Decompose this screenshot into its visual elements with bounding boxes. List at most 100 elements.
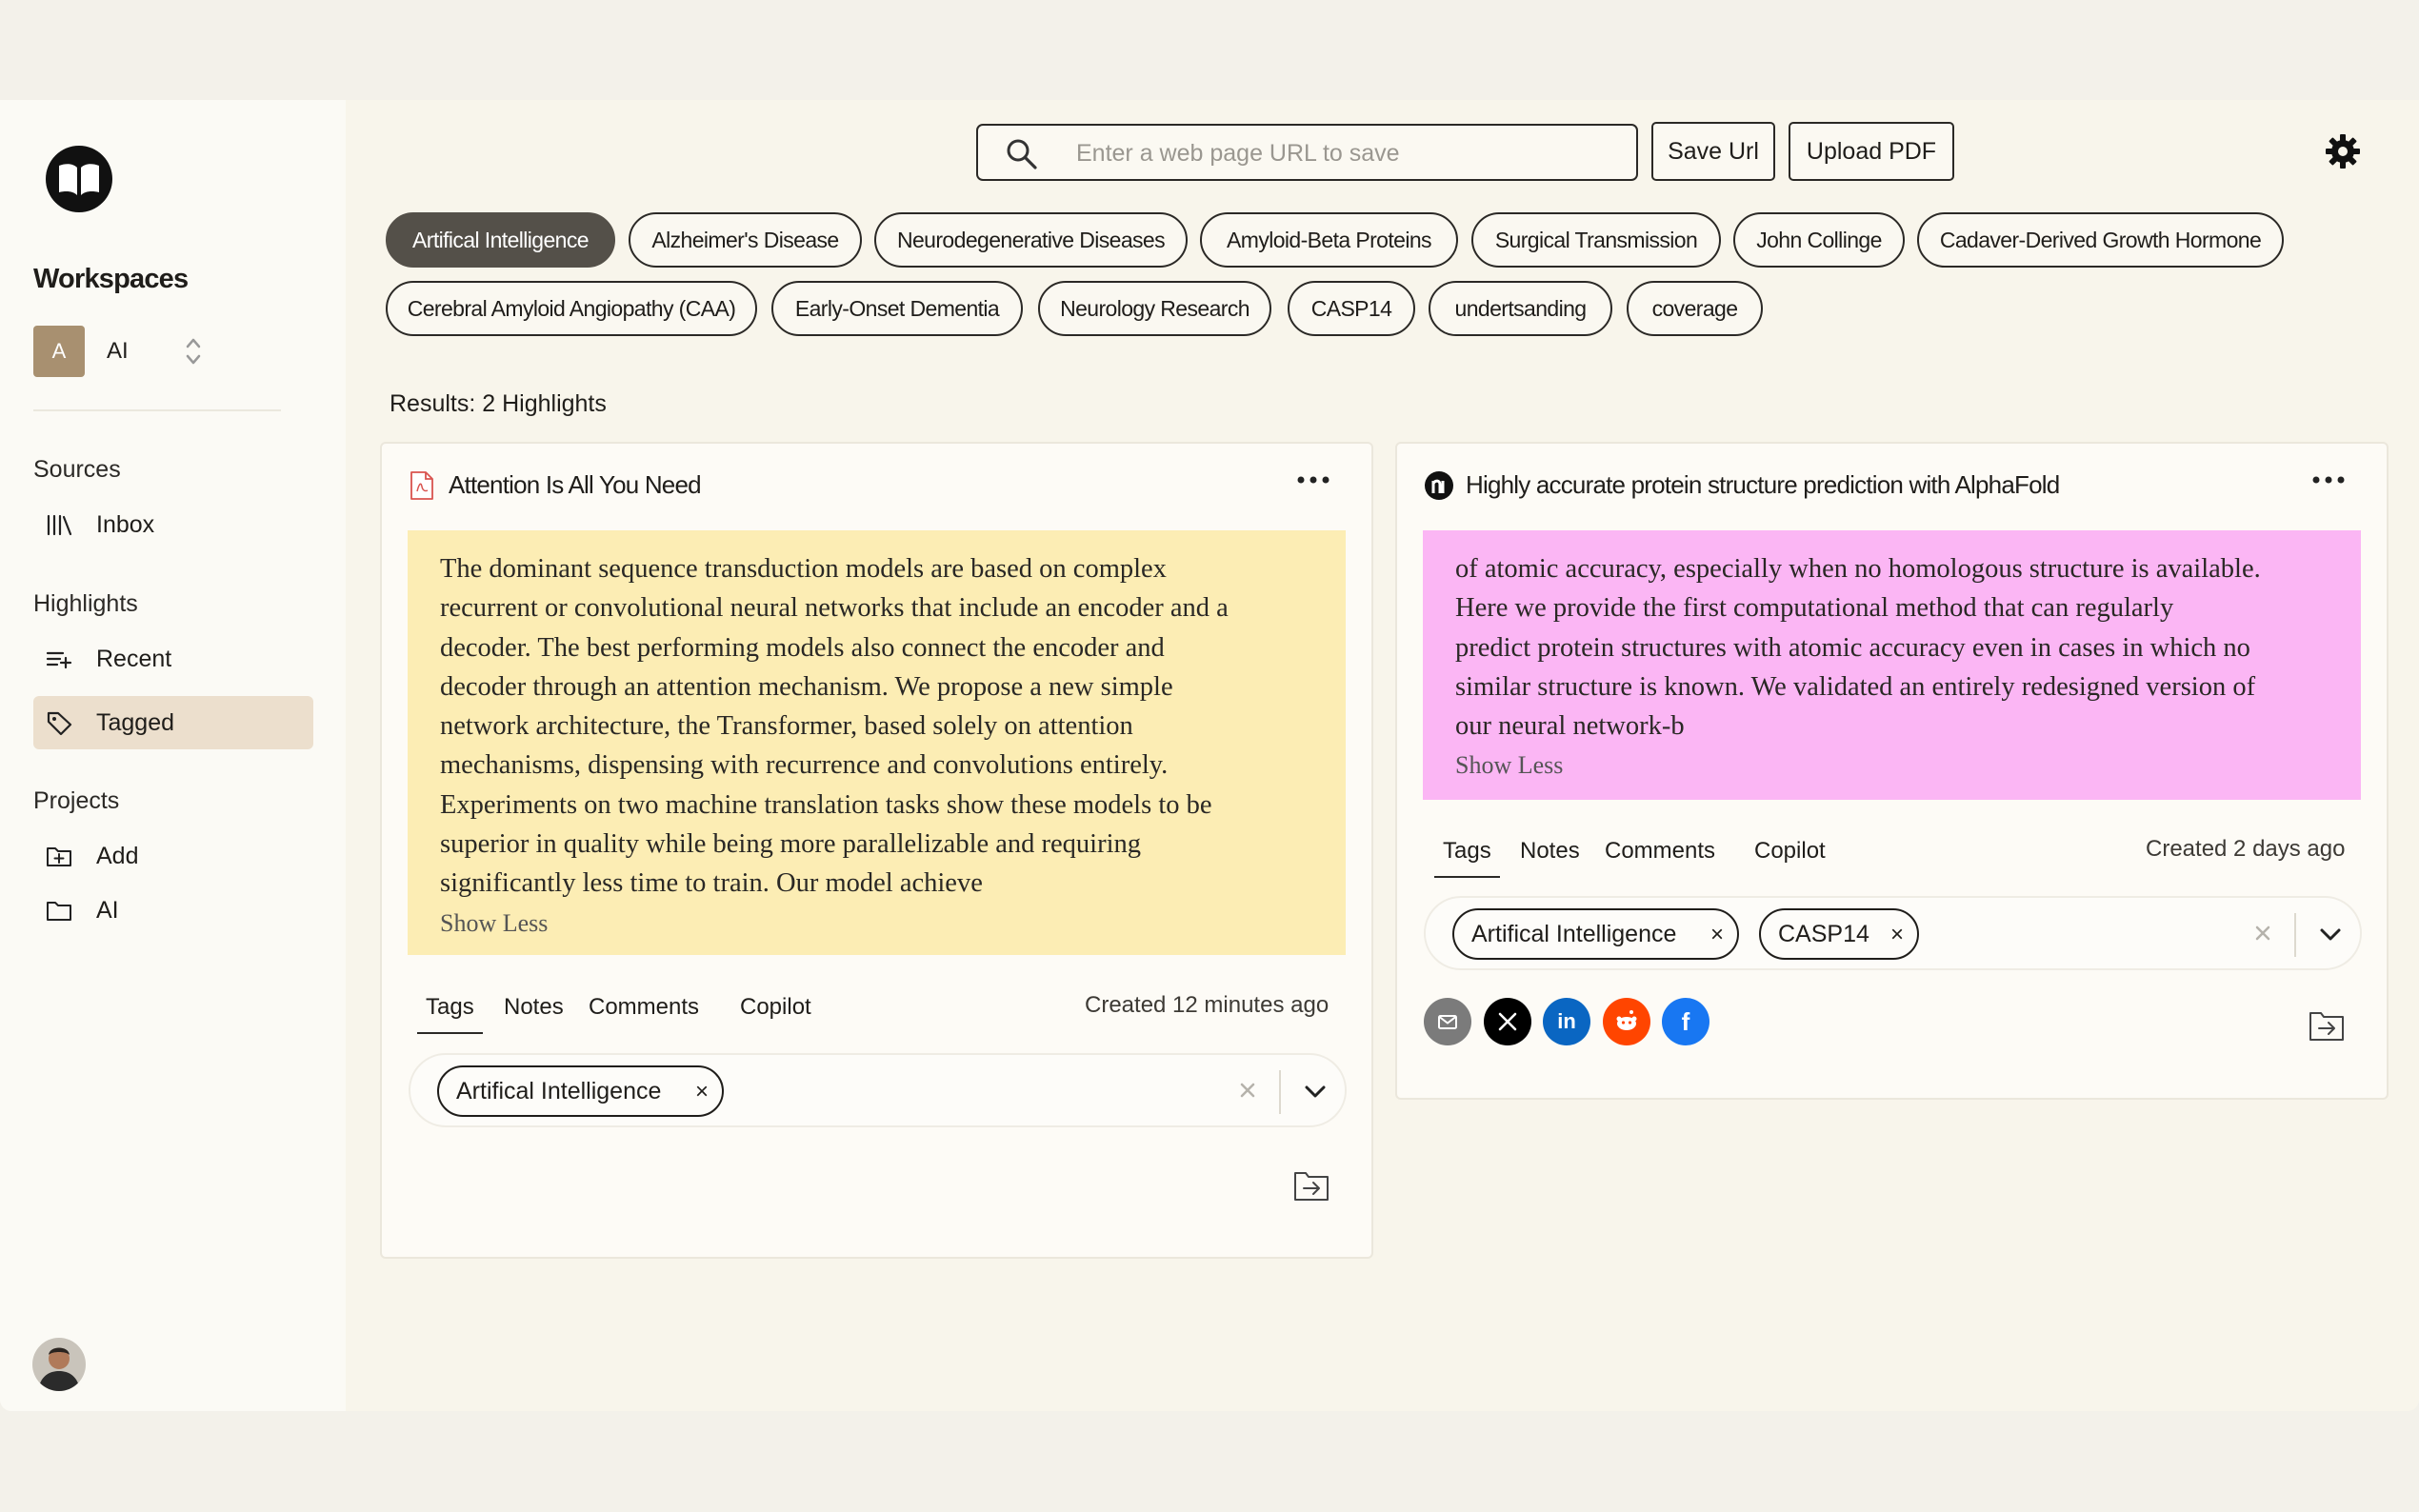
quote-line: Experiments on two machine translation t…	[440, 789, 1212, 820]
workspace-selector[interactable]: A AI	[33, 326, 214, 377]
tag-selector[interactable]: Artifical Intelligence ×	[409, 1053, 1347, 1127]
quote-line: The dominant sequence transduction model…	[440, 554, 1167, 584]
tab-copilot[interactable]: Copilot	[740, 994, 811, 1021]
tag-pill: CASP14 ×	[1759, 908, 1919, 960]
show-less-link[interactable]: Show Less	[440, 904, 1313, 943]
facebook-share-button[interactable]: f	[1662, 998, 1709, 1045]
tag-pill: Artifical Intelligence ×	[1452, 908, 1739, 960]
tag-filter-chip[interactable]: Surgical Transmission	[1471, 212, 1721, 268]
url-search-bar[interactable]	[976, 124, 1638, 181]
remove-tag-icon[interactable]: ×	[1710, 922, 1724, 948]
tab-tags[interactable]: Tags	[1434, 838, 1500, 878]
highlights-label: Highlights	[33, 590, 138, 617]
sidebar-item-inbox[interactable]: Inbox	[33, 498, 313, 551]
pdf-file-icon	[410, 471, 433, 500]
tag-pill: Artifical Intelligence ×	[437, 1065, 724, 1117]
sidebar: Workspaces A AI Sources Inbox Highlights…	[0, 100, 346, 1411]
gear-icon[interactable]	[2324, 132, 2362, 170]
save-url-button[interactable]: Save Url	[1651, 122, 1775, 181]
tab-notes[interactable]: Notes	[504, 994, 564, 1021]
x-share-button[interactable]	[1484, 998, 1531, 1045]
tag-pill-label: Artifical Intelligence	[1471, 920, 1677, 947]
url-input[interactable]	[1076, 137, 1619, 169]
tag-pill-label: CASP14	[1778, 920, 1869, 947]
linkedin-share-button[interactable]: in	[1543, 998, 1590, 1045]
more-options-icon[interactable]	[2309, 470, 2348, 489]
highlight-quote: of atomic accuracy, especially when no h…	[1423, 530, 2361, 800]
quote-line: Here we provide the first computational …	[1455, 593, 2174, 624]
tag-filter-chip[interactable]: Neurodegenerative Diseases	[874, 212, 1188, 268]
export-icon[interactable]	[1292, 1167, 1332, 1204]
quote-line: our neural network-b	[1455, 711, 1685, 742]
tag-filter-chip[interactable]: Early-Onset Dementia	[771, 281, 1023, 336]
created-timestamp: Created 12 minutes ago	[1085, 992, 1329, 1018]
tag-filter-chip[interactable]: Amyloid-Beta Proteins	[1200, 212, 1458, 268]
tag-filter-chip[interactable]: Cerebral Amyloid Angiopathy (CAA)	[386, 281, 757, 336]
email-share-button[interactable]	[1424, 998, 1471, 1045]
quote-line: decoder through an attention mechanism. …	[440, 671, 1173, 702]
projects-label: Projects	[33, 787, 120, 814]
tag-filter-chip[interactable]: John Collinge	[1733, 212, 1905, 268]
more-options-icon[interactable]	[1294, 470, 1332, 489]
sidebar-item-project-ai[interactable]: AI	[33, 884, 313, 937]
card-title[interactable]: Attention Is All You Need	[449, 470, 702, 500]
clear-icon[interactable]	[1234, 1077, 1261, 1104]
sidebar-divider	[33, 409, 281, 411]
tag-selector[interactable]: Artifical Intelligence × CASP14 ×	[1424, 896, 2362, 970]
highlight-quote: The dominant sequence transduction model…	[408, 530, 1346, 955]
tagbox-divider	[2294, 913, 2296, 957]
tag-filter-chip[interactable]: CASP14	[1288, 281, 1415, 336]
quote-line: decoder. The best performing models also…	[440, 632, 1165, 663]
sidebar-item-tagged[interactable]: Tagged	[33, 696, 313, 749]
workspace-name: AI	[107, 338, 129, 364]
export-icon[interactable]	[2308, 1007, 2348, 1044]
workspace-avatar: A	[33, 326, 85, 377]
reddit-share-button[interactable]	[1603, 998, 1650, 1045]
tab-copilot[interactable]: Copilot	[1754, 838, 1826, 865]
facebook-icon: f	[1681, 1006, 1690, 1036]
window-bottom-band	[0, 1411, 2419, 1512]
card-title[interactable]: Highly accurate protein structure predic…	[1466, 470, 2060, 500]
chevron-down-icon[interactable]	[2318, 925, 2343, 944]
sidebar-item-label: Tagged	[96, 708, 175, 736]
remove-tag-icon[interactable]: ×	[695, 1079, 709, 1105]
created-timestamp: Created 2 days ago	[2146, 836, 2346, 862]
workspaces-title: Workspaces	[33, 264, 189, 294]
tag-filter-chip[interactable]: Alzheimer's Disease	[629, 212, 862, 268]
tab-comments[interactable]: Comments	[589, 994, 699, 1021]
search-icon	[1007, 139, 1037, 169]
tab-comments[interactable]: Comments	[1605, 838, 1715, 865]
sidebar-item-recent[interactable]: Recent	[33, 632, 313, 686]
tag-pill-label: Artifical Intelligence	[456, 1077, 662, 1104]
sidebar-item-label: AI	[96, 896, 119, 924]
tag-filter-chip[interactable]: coverage	[1627, 281, 1763, 336]
window-top-band	[0, 0, 2419, 100]
quote-line: of atomic accuracy, especially when no h…	[1455, 554, 2261, 584]
email-icon	[1438, 1015, 1457, 1029]
show-less-link[interactable]: Show Less	[1455, 746, 2329, 785]
tag-filter-chip[interactable]: Cadaver-Derived Growth Hormone	[1917, 212, 2284, 268]
upload-pdf-button[interactable]: Upload PDF	[1789, 122, 1954, 181]
tab-notes[interactable]: Notes	[1520, 838, 1580, 865]
list-add-icon	[46, 651, 72, 669]
quote-line: superior in quality while being more par…	[440, 829, 1142, 860]
highlight-card: Highly accurate protein structure predic…	[1395, 442, 2389, 1100]
open-book-logo-icon[interactable]	[46, 146, 112, 212]
app-window: Workspaces A AI Sources Inbox Highlights…	[0, 100, 2419, 1411]
user-avatar[interactable]	[32, 1338, 86, 1391]
quote-line: similar structure is known. We validated…	[1455, 671, 2256, 702]
sidebar-item-add-project[interactable]: Add	[33, 829, 313, 883]
tab-tags[interactable]: Tags	[417, 994, 483, 1034]
sources-label: Sources	[33, 456, 121, 483]
remove-tag-icon[interactable]: ×	[1890, 922, 1904, 948]
sidebar-item-label: Inbox	[96, 510, 155, 538]
tag-icon	[47, 711, 72, 736]
tag-filter-chip[interactable]: undertsanding	[1429, 281, 1612, 336]
library-icon	[47, 514, 72, 536]
clear-icon[interactable]	[2249, 920, 2276, 946]
highlight-card: Attention Is All You Need The dominant s…	[380, 442, 1373, 1259]
linkedin-icon: in	[1557, 1009, 1576, 1033]
tag-filter-chip[interactable]: Neurology Research	[1038, 281, 1271, 336]
chevron-down-icon[interactable]	[1303, 1082, 1328, 1101]
tag-filter-chip[interactable]: Artifical Intelligence	[386, 212, 615, 268]
